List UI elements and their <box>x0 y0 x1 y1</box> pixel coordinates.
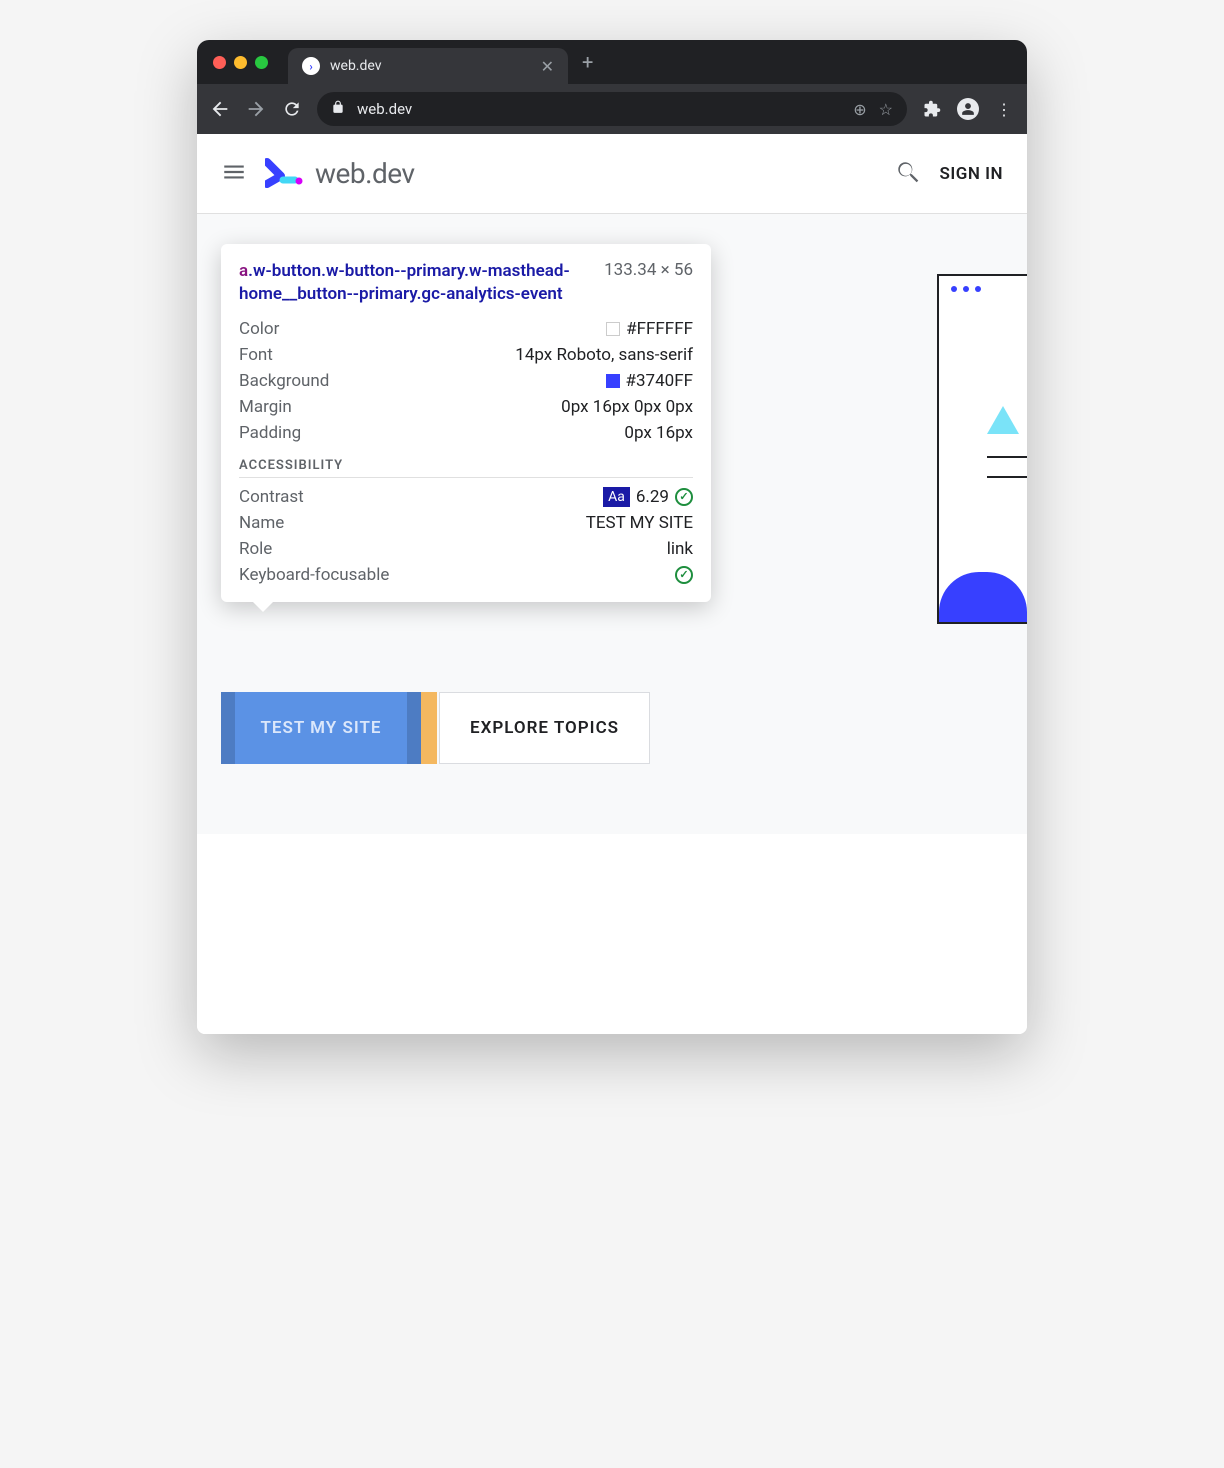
a11y-row-contrast: Contrast Aa 6.29 ✓ <box>239 484 693 510</box>
style-value: #FFFFFF <box>626 319 693 339</box>
a11y-label: Keyboard-focusable <box>239 565 389 585</box>
style-row-color: Color #FFFFFF <box>239 316 693 342</box>
minimize-window-button[interactable] <box>234 56 247 69</box>
profile-avatar[interactable] <box>957 98 979 120</box>
hero-illustration <box>937 274 1027 624</box>
hero-buttons: TEST MY SITE EXPLORE TOPICS <box>221 692 650 764</box>
a11y-row-name: Name TEST MY SITE <box>239 510 693 536</box>
hamburger-menu-icon[interactable] <box>221 159 247 189</box>
logo-icon <box>265 156 305 192</box>
style-label: Margin <box>239 397 292 417</box>
style-row-padding: Padding 0px 16px <box>239 420 693 446</box>
style-row-margin: Margin 0px 16px 0px 0px <box>239 394 693 420</box>
contrast-value: 6.29 <box>636 487 669 507</box>
extensions-icon[interactable] <box>921 98 943 120</box>
bookmark-icon[interactable]: ☆ <box>879 100 893 119</box>
new-tab-button[interactable]: + <box>582 50 593 74</box>
check-icon: ✓ <box>675 566 693 584</box>
illustration-line <box>987 456 1027 458</box>
search-icon[interactable] <box>895 159 921 189</box>
illustration-dots <box>951 286 981 292</box>
a11y-row-role: Role link <box>239 536 693 562</box>
element-selector: a.w-button.w-button--primary.w-masthead-… <box>239 260 594 306</box>
close-window-button[interactable] <box>213 56 226 69</box>
style-label: Background <box>239 371 329 391</box>
browser-tab[interactable]: › web.dev ✕ <box>288 48 568 84</box>
contrast-badge: Aa <box>603 487 630 507</box>
element-inspector-tooltip: a.w-button.w-button--primary.w-masthead-… <box>221 244 711 602</box>
element-tag: a <box>239 261 248 281</box>
style-label: Font <box>239 345 273 365</box>
a11y-value: link <box>667 539 693 559</box>
url-text: web.dev <box>357 100 841 118</box>
site-logo[interactable]: web.dev <box>265 156 415 192</box>
accessibility-section-label: ACCESSIBILITY <box>239 458 693 478</box>
color-swatch-icon <box>606 322 620 336</box>
style-value: #3740FF <box>626 371 693 391</box>
menu-icon[interactable]: ⋮ <box>993 98 1015 120</box>
maximize-window-button[interactable] <box>255 56 268 69</box>
test-my-site-button[interactable]: TEST MY SITE <box>221 692 421 764</box>
site-header: web.dev SIGN IN <box>197 134 1027 214</box>
address-bar[interactable]: web.dev ⊕ ☆ <box>317 92 907 126</box>
element-dimensions: 133.34 × 56 <box>604 260 693 306</box>
a11y-value: TEST MY SITE <box>586 513 693 533</box>
color-swatch-icon <box>606 374 620 388</box>
style-row-background: Background #3740FF <box>239 368 693 394</box>
a11y-label: Name <box>239 513 284 533</box>
element-classes: .w-button.w-button--primary.w-masthead-h… <box>239 261 570 304</box>
back-button[interactable] <box>209 98 231 120</box>
style-row-font: Font 14px Roboto, sans-serif <box>239 342 693 368</box>
browser-window: › web.dev ✕ + web.dev ⊕ ☆ <box>197 40 1027 1034</box>
hero-section: re of your own nd analysis a.w-button.w-… <box>197 214 1027 934</box>
a11y-label: Role <box>239 539 272 559</box>
reload-button[interactable] <box>281 98 303 120</box>
illustration-blob <box>939 572 1027 622</box>
check-icon: ✓ <box>675 488 693 506</box>
a11y-label: Contrast <box>239 487 304 507</box>
explore-topics-button[interactable]: EXPLORE TOPICS <box>439 692 650 764</box>
browser-chrome: › web.dev ✕ + web.dev ⊕ ☆ <box>197 40 1027 134</box>
style-label: Padding <box>239 423 301 443</box>
illustration-triangle-icon <box>987 406 1019 434</box>
forward-button[interactable] <box>245 98 267 120</box>
logo-text: web.dev <box>315 157 415 190</box>
tooltip-header: a.w-button.w-button--primary.w-masthead-… <box>239 260 693 306</box>
style-value: 14px Roboto, sans-serif <box>515 345 693 365</box>
page-content: web.dev SIGN IN re of your own nd analys… <box>197 134 1027 1034</box>
style-value: 0px 16px <box>624 423 693 443</box>
style-label: Color <box>239 319 279 339</box>
lock-icon <box>331 100 345 118</box>
browser-toolbar: web.dev ⊕ ☆ ⋮ <box>197 84 1027 134</box>
illustration-line <box>987 476 1027 478</box>
signin-button[interactable]: SIGN IN <box>939 164 1003 184</box>
window-controls <box>213 56 268 69</box>
tab-title: web.dev <box>330 58 382 74</box>
style-value: 0px 16px 0px 0px <box>561 397 693 417</box>
add-to-collection-icon[interactable]: ⊕ <box>853 100 866 119</box>
a11y-row-keyboard: Keyboard-focusable ✓ <box>239 562 693 588</box>
tab-close-icon[interactable]: ✕ <box>541 57 554 76</box>
tab-strip: › web.dev ✕ + <box>197 40 1027 84</box>
favicon-icon: › <box>302 57 320 75</box>
footer-area <box>197 834 1027 934</box>
